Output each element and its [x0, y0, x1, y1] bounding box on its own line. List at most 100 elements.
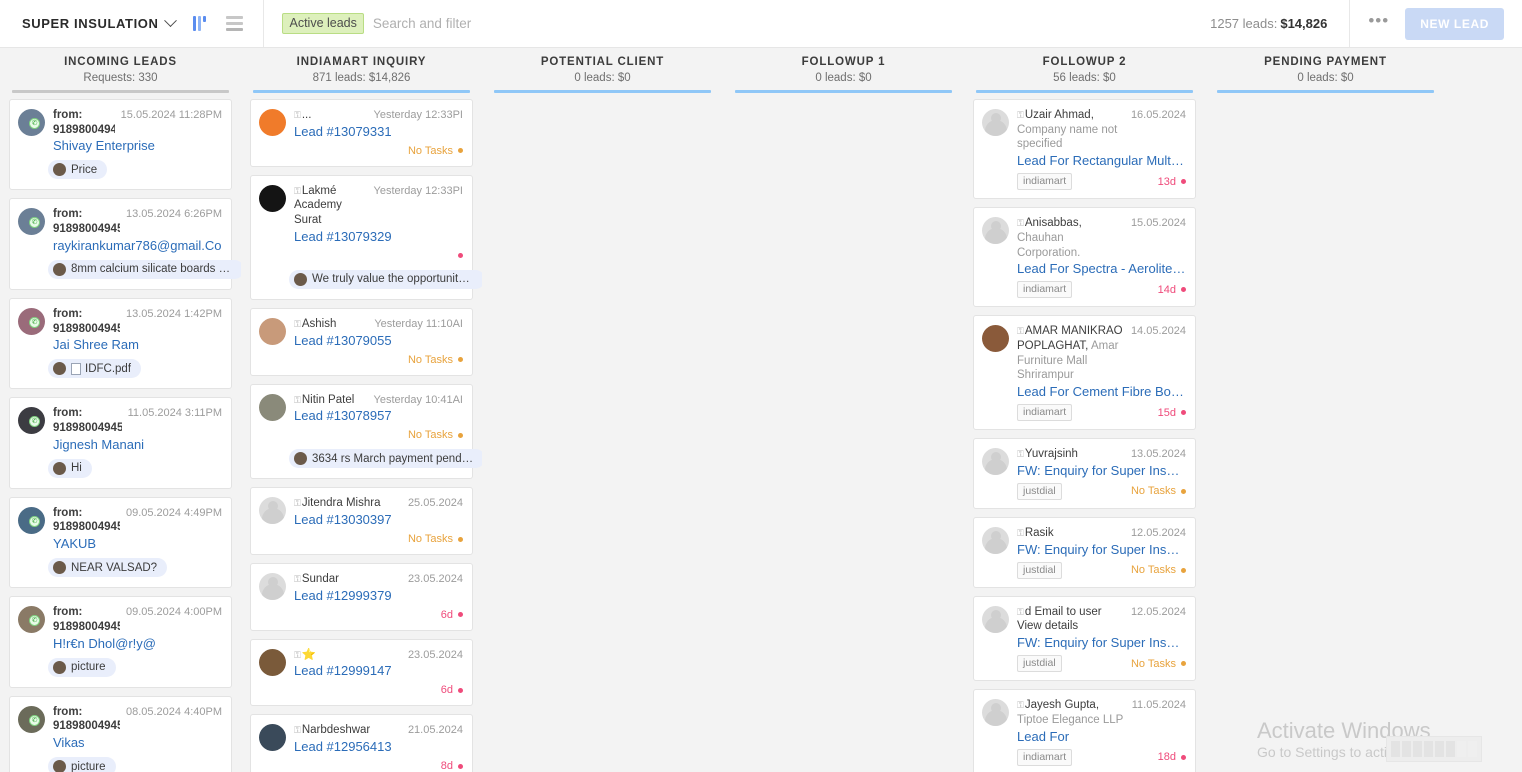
last-message-bubble: We truly value the opportunity to ...: [289, 269, 482, 289]
account-name[interactable]: SUPER INSULATION: [22, 16, 158, 31]
lead-card[interactable]: ⚿Jayesh Gupta, Tiptoe Elegance LLP 11.05.…: [973, 689, 1196, 772]
card-task-status[interactable]: No Tasks: [408, 145, 463, 157]
card-meta: No Tasks: [294, 144, 463, 158]
emoji-icon: [53, 561, 66, 575]
card-task-status[interactable]: No Tasks: [1131, 564, 1186, 576]
card-timestamp: Yesterday 12:33PI: [373, 109, 464, 121]
card-title[interactable]: raykirankumar786@gmail.Co: [53, 238, 222, 253]
lead-card[interactable]: ⚿Narbdeshwar21.05.2024Lead #129564138dPl…: [250, 714, 473, 772]
card-tag[interactable]: indiamart: [1017, 173, 1073, 191]
card-title[interactable]: YAKUB: [53, 536, 222, 551]
card-task-status[interactable]: 13d: [1158, 176, 1186, 188]
card-title[interactable]: FW: Enquiry for Super Insulation & Al...: [1017, 542, 1186, 557]
card-contact-line: ⚿Nitin Patel: [294, 393, 368, 408]
last-message-text: Hi: [71, 462, 82, 475]
leads-summary-count: 1257 leads:: [1210, 16, 1278, 31]
card-title[interactable]: Lead #13079331: [294, 124, 463, 139]
chevron-down-icon[interactable]: [164, 14, 178, 28]
card-task-status[interactable]: 6d: [441, 684, 463, 696]
kanban-view-icon[interactable]: [193, 16, 207, 31]
lead-card[interactable]: ✆ from: 918980049452 15.05.2024 11:28PM Shi…: [9, 99, 232, 191]
card-title[interactable]: Lead #12999147: [294, 663, 463, 678]
card-title[interactable]: Lead For Cement Fibre Board: [1017, 384, 1186, 399]
card-timestamp: 15.05.2024 11:28PM: [120, 109, 222, 121]
column-cards[interactable]: [482, 93, 723, 772]
card-tag[interactable]: justdial: [1017, 482, 1062, 500]
lead-card[interactable]: ⚿Lakmé Academy Surat Yesterday 12:33PI Lea…: [250, 174, 482, 300]
card-title[interactable]: Jai Shree Ram: [53, 337, 222, 352]
list-view-icon[interactable]: [226, 16, 244, 31]
lead-card[interactable]: ⚿Nitin Patel Yesterday 10:41AI Lead #13078…: [250, 383, 482, 480]
card-title[interactable]: Lead For Spectra - Aerolite Calcium Si..…: [1017, 261, 1186, 276]
card-title[interactable]: Lead #13079329: [294, 229, 463, 244]
lead-card[interactable]: ✆from: 91898004945211.05.2024 3:11PMJign…: [9, 397, 232, 489]
card-task-status[interactable]: No Tasks: [1131, 485, 1186, 497]
card-company: Chauhan Corporation.: [1017, 231, 1081, 259]
card-tag[interactable]: indiamart: [1017, 281, 1073, 299]
card-title[interactable]: Shivay Enterprise: [53, 138, 222, 153]
lead-card[interactable]: ⚿Anisabbas, Chauhan Corporation. 15.05.20…: [973, 207, 1196, 308]
card-title[interactable]: Lead For: [1017, 729, 1186, 744]
card-contact-line: from: 918980049452: [53, 605, 120, 634]
card-title[interactable]: Lead #13030397: [294, 512, 463, 527]
card-title[interactable]: H!r€n Dhol@r!y@: [53, 636, 222, 651]
card-title[interactable]: FW: Enquiry for Super Insulation & Al...: [1017, 463, 1186, 478]
lead-card[interactable]: ✆ from: 918980049452 13.05.2024 1:42PM Jai …: [9, 297, 232, 390]
column-cards[interactable]: [723, 93, 964, 772]
column-header: FOLLOWUP 2 56 leads: $0: [964, 48, 1205, 93]
lead-card[interactable]: ⚿d Email to user View details 12.05.2024 F…: [973, 595, 1196, 682]
card-title[interactable]: Lead For Rectangular Multicolor PVC ...: [1017, 153, 1186, 168]
card-task-status[interactable]: No Tasks: [408, 533, 463, 545]
card-task-status[interactable]: 8d: [441, 760, 463, 772]
card-source: from: 918980049452: [53, 407, 122, 435]
new-lead-button[interactable]: NEW LEAD: [1405, 7, 1504, 40]
lead-card[interactable]: ⚿Sundar 23.05.2024 Lead #12999379 6d: [250, 563, 473, 631]
card-task-status[interactable]: [453, 250, 463, 262]
column-cards[interactable]: ⚿Uzair Ahmad, Company name not specified…: [964, 93, 1205, 772]
card-tag[interactable]: indiamart: [1017, 748, 1073, 766]
card-task-status[interactable]: 15d: [1158, 407, 1186, 419]
more-options-icon[interactable]: •••: [1350, 11, 1405, 37]
lead-card[interactable]: ⚿Uzair Ahmad, Company name not specified…: [973, 99, 1196, 200]
card-title[interactable]: Jignesh Manani: [53, 437, 222, 452]
card-task-status[interactable]: No Tasks: [408, 354, 463, 366]
card-title[interactable]: Lead #12956413: [294, 739, 463, 754]
lead-card[interactable]: ⚿Ashish Yesterday 11:10AI Lead #13079055 No…: [250, 307, 473, 376]
active-leads-chip[interactable]: Active leads: [282, 13, 364, 34]
lead-card[interactable]: ✆from: 91898004945209.05.2024 4:00PMH!r€…: [9, 596, 232, 688]
lead-card[interactable]: ✆ from: 918980049452 08.05.2024 4:40PM Vika…: [9, 695, 232, 772]
column-cards[interactable]: ✆ from: 918980049452 15.05.2024 11:28PM Shi…: [0, 93, 241, 772]
search-input[interactable]: [372, 16, 793, 31]
card-meta: No Tasks: [294, 353, 463, 367]
card-task-status[interactable]: 14d: [1158, 284, 1186, 296]
card-title[interactable]: Lead #13078957: [294, 408, 463, 423]
column-title: INCOMING LEADS: [64, 56, 177, 68]
card-task-status[interactable]: No Tasks: [1131, 658, 1186, 670]
lead-card[interactable]: ⚿Rasik 12.05.2024 FW: Enquiry for Super In…: [973, 516, 1196, 588]
lead-card[interactable]: ⚿⭐ 23.05.2024 Lead #12999147 6d: [250, 638, 473, 707]
card-top: ✆ from: 918980049452 13.05.2024 1:42PM Jai …: [18, 307, 222, 352]
lead-card[interactable]: ⚿... Yesterday 12:33PI Lead #13079331 No Ta…: [250, 99, 473, 167]
lead-card[interactable]: ⚿Jitendra Mishra 25.05.2024 Lead #13030397…: [250, 487, 473, 556]
card-top: ⚿Anisabbas, Chauhan Corporation. 15.05.20…: [982, 216, 1186, 299]
column-cards[interactable]: [1205, 93, 1446, 772]
card-tag[interactable]: indiamart: [1017, 404, 1073, 422]
lead-card[interactable]: ✆from: 91898004945213.05.2024 6:26PMrayk…: [9, 198, 241, 290]
lead-card[interactable]: ⚿Yuvrajsinh 13.05.2024 FW: Enquiry for Sup…: [973, 438, 1196, 509]
card-title[interactable]: Lead #12999379: [294, 588, 463, 603]
card-contact: Nitin Patel: [301, 393, 355, 406]
column-cards[interactable]: ⚿... Yesterday 12:33PI Lead #13079331 No Ta…: [241, 93, 482, 772]
lock-icon: ⚿: [294, 574, 301, 585]
card-task-status[interactable]: 18d: [1158, 751, 1186, 763]
last-message-bubble: NEAR VALSAD?: [48, 558, 168, 578]
card-title[interactable]: FW: Enquiry for Super Insulation & Al...: [1017, 635, 1186, 650]
lead-card[interactable]: ✆ from: 918980049452 09.05.2024 4:49PM YAKU…: [9, 496, 232, 589]
card-task-status[interactable]: 6d: [441, 609, 463, 621]
card-tag[interactable]: justdial: [1017, 655, 1062, 673]
card-title[interactable]: Lead #13079055: [294, 333, 463, 348]
card-contact-line: ⚿Jitendra Mishra: [294, 496, 402, 511]
card-title[interactable]: Vikas: [53, 735, 222, 750]
card-task-status[interactable]: No Tasks: [408, 429, 463, 441]
card-tag[interactable]: justdial: [1017, 561, 1062, 579]
lead-card[interactable]: ⚿AMAR MANIKRAO POPLAGHAT, Amar Furniture…: [973, 315, 1196, 431]
